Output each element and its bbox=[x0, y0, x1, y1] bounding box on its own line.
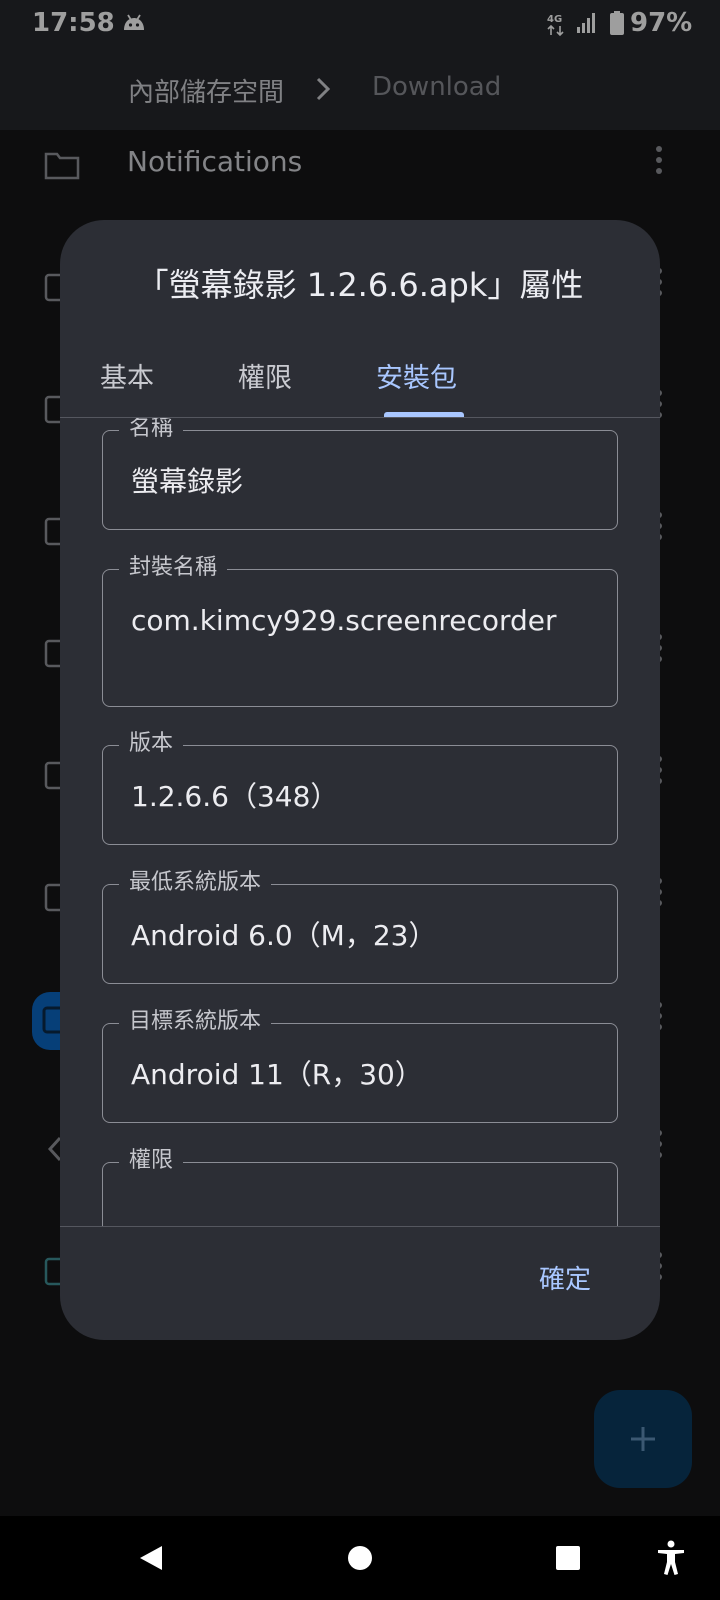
field-value[interactable]: Android 6.0（M，23） bbox=[131, 917, 601, 955]
dialog-fields[interactable]: 名稱 螢幕錄影 封裝名稱 com.kimcy929.screenrecorder… bbox=[60, 418, 660, 1226]
properties-dialog: 「螢幕錄影 1.2.6.6.apk」屬性 基本 權限 安裝包 名稱 螢幕錄影 封… bbox=[60, 220, 660, 1340]
field-value[interactable]: com.kimcy929.screenrecorder bbox=[131, 602, 601, 640]
accessibility-icon[interactable] bbox=[656, 1540, 686, 1576]
screen: 17:58 4G 97% 內部儲存空間 Download Notificatio… bbox=[0, 0, 720, 1600]
field-label: 最低系統版本 bbox=[119, 868, 272, 898]
field-permissions[interactable]: 權限 bbox=[102, 1146, 618, 1226]
dialog-tabs: 基本 權限 安裝包 bbox=[60, 340, 660, 418]
field-min-sdk[interactable]: 最低系統版本 Android 6.0（M，23） bbox=[102, 868, 618, 984]
ok-button[interactable]: 確定 bbox=[500, 1250, 630, 1310]
field-target-sdk[interactable]: 目標系統版本 Android 11（R，30） bbox=[102, 1007, 618, 1123]
tab-basic[interactable]: 基本 bbox=[100, 356, 154, 395]
field-label: 封裝名稱 bbox=[119, 553, 228, 583]
field-label: 目標系統版本 bbox=[119, 1007, 272, 1037]
field-label: 版本 bbox=[119, 729, 184, 759]
field-label: 名稱 bbox=[119, 418, 184, 444]
recents-icon[interactable] bbox=[555, 1545, 581, 1571]
navigation-bar bbox=[0, 1516, 720, 1600]
home-icon[interactable] bbox=[347, 1545, 373, 1571]
field-value[interactable]: 1.2.6.6（348） bbox=[131, 778, 601, 816]
back-icon[interactable] bbox=[138, 1544, 164, 1572]
field-value[interactable]: 螢幕錄影 bbox=[131, 463, 601, 501]
field-name[interactable]: 名稱 螢幕錄影 bbox=[102, 418, 618, 530]
field-package-name[interactable]: 封裝名稱 com.kimcy929.screenrecorder bbox=[102, 553, 618, 707]
dialog-title: 「螢幕錄影 1.2.6.6.apk」屬性 bbox=[136, 266, 584, 304]
tab-permissions[interactable]: 權限 bbox=[238, 356, 292, 395]
field-value[interactable]: Android 11（R，30） bbox=[131, 1056, 601, 1094]
tab-package[interactable]: 安裝包 bbox=[376, 356, 457, 395]
tab-indicator bbox=[384, 412, 464, 417]
field-label: 權限 bbox=[119, 1146, 184, 1176]
field-version[interactable]: 版本 1.2.6.6（348） bbox=[102, 729, 618, 845]
dialog-divider bbox=[60, 1226, 660, 1227]
